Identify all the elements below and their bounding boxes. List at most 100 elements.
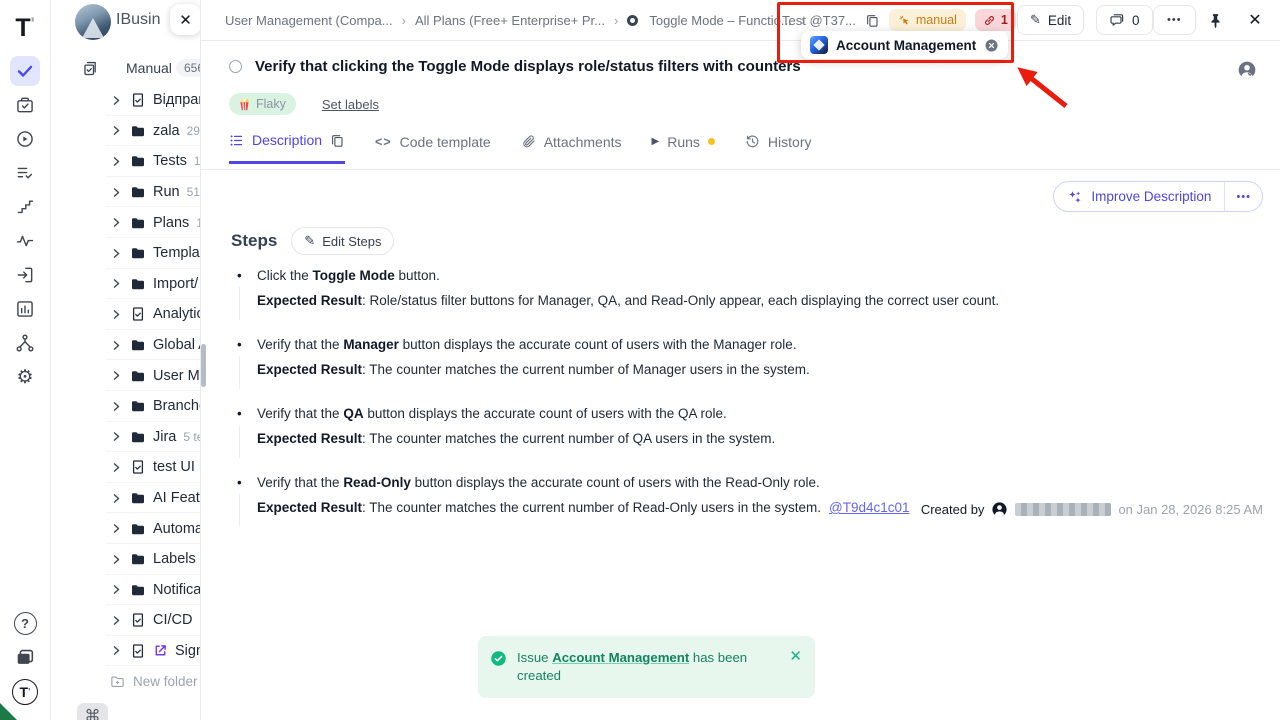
tab-history[interactable]: History bbox=[745, 132, 812, 164]
link-icon bbox=[983, 14, 996, 27]
toast-issue-link[interactable]: Account Management bbox=[552, 650, 689, 665]
nav-activity-icon[interactable] bbox=[12, 228, 38, 254]
chevron-right-icon bbox=[110, 553, 123, 566]
breadcrumb-project[interactable]: User Management (Compa... bbox=[225, 13, 393, 28]
tree-item[interactable]: Branche bbox=[50, 391, 200, 422]
folder-icon bbox=[130, 123, 146, 139]
icon-rail: T' ⚙ ? T' bbox=[0, 0, 51, 720]
folder-icon bbox=[130, 153, 146, 169]
tree-item[interactable]: Templat bbox=[50, 238, 200, 269]
nav-runs-icon[interactable] bbox=[12, 126, 38, 152]
tab-attachments[interactable]: Attachments bbox=[521, 132, 622, 164]
tab-code-template[interactable]: <> Code template bbox=[375, 132, 491, 164]
success-check-icon bbox=[490, 650, 507, 667]
manual-status-badge[interactable]: manual bbox=[889, 9, 966, 31]
pencil-icon: ✎ bbox=[1030, 12, 1041, 28]
tree-item[interactable]: Plans1 bbox=[50, 207, 200, 238]
tree-item[interactable]: zala29 bbox=[50, 116, 200, 147]
suite-icon bbox=[627, 15, 638, 26]
test-status-icon[interactable] bbox=[229, 60, 242, 73]
copy-icon[interactable] bbox=[330, 133, 345, 148]
help-icon[interactable]: ? bbox=[14, 612, 37, 635]
tree-item[interactable]: AI Featu bbox=[50, 483, 200, 514]
tab-description[interactable]: Description bbox=[229, 132, 345, 164]
nav-steps-icon[interactable] bbox=[12, 194, 38, 220]
toast-close-icon[interactable]: ✕ bbox=[789, 649, 802, 685]
file-check-icon bbox=[130, 643, 146, 659]
nav-tests-icon[interactable] bbox=[10, 56, 40, 86]
nav-import-icon[interactable] bbox=[12, 262, 38, 288]
comments-button[interactable]: 0 bbox=[1096, 5, 1153, 35]
file-check-icon bbox=[130, 306, 146, 322]
profile-logo-icon[interactable]: T' bbox=[12, 679, 38, 705]
improve-more-button[interactable]: ••• bbox=[1225, 191, 1262, 203]
topbar: User Management (Compa... › All Plans (F… bbox=[201, 0, 1280, 41]
paperclip-icon bbox=[521, 134, 536, 149]
folder-icon bbox=[130, 551, 146, 567]
nav-analytics-icon[interactable] bbox=[12, 296, 38, 322]
close-panel-icon[interactable]: ✕ bbox=[1243, 8, 1267, 32]
test-title: Verify that clicking the Toggle Mode dis… bbox=[255, 58, 801, 75]
test-detail-panel: User Management (Compa... › All Plans (F… bbox=[200, 0, 1280, 720]
flaky-badge[interactable]: Flaky bbox=[229, 93, 296, 115]
breadcrumb-plan[interactable]: All Plans (Free+ Enterprise+ Pr... bbox=[415, 13, 605, 28]
tree-item[interactable]: Tests1 bbox=[50, 146, 200, 177]
edit-steps-button[interactable]: ✎ Edit Steps bbox=[291, 227, 394, 255]
linked-issues-badge[interactable]: 1 bbox=[975, 9, 1016, 31]
remove-issue-icon[interactable] bbox=[984, 38, 999, 53]
copy-icon[interactable] bbox=[865, 13, 880, 28]
pin-icon[interactable] bbox=[1203, 8, 1227, 32]
more-actions-button[interactable]: ••• bbox=[1153, 5, 1196, 35]
chevron-right-icon bbox=[110, 94, 123, 107]
toast-message: Issue Account Management has been create… bbox=[517, 649, 763, 685]
created-by-row: Created by on Jan 28, 2026 8:25 AM bbox=[921, 501, 1263, 518]
folder-icon bbox=[130, 337, 146, 353]
improve-description-button[interactable]: Improve Description ••• bbox=[1053, 181, 1263, 212]
comment-icon bbox=[1109, 12, 1125, 28]
nav-suites-icon[interactable] bbox=[12, 92, 38, 118]
tree-item[interactable]: Labels & bbox=[50, 544, 200, 575]
assignee-avatar-icon[interactable] bbox=[1237, 60, 1257, 80]
play-icon: ▶ bbox=[652, 136, 660, 147]
tree-item[interactable]: Analytic bbox=[50, 299, 200, 330]
tree-item[interactable]: CI/CD bbox=[50, 605, 200, 636]
chevron-right-icon bbox=[110, 216, 123, 229]
tree-item[interactable]: User Ma bbox=[50, 360, 200, 391]
tree-item[interactable]: Automa bbox=[50, 513, 200, 544]
breadcrumb-test-ref[interactable]: Test @T37... bbox=[782, 13, 856, 28]
folder-icon bbox=[130, 245, 146, 261]
manual-section-row[interactable]: Manual 656 bbox=[50, 56, 200, 84]
tree-item[interactable]: Відправ bbox=[50, 85, 200, 116]
drawer-close-button[interactable]: ✕ bbox=[170, 4, 200, 35]
folder-plus-icon bbox=[110, 674, 125, 689]
tree-item[interactable]: test UI bbox=[50, 452, 200, 483]
set-labels-link[interactable]: Set labels bbox=[322, 97, 379, 112]
tree-item[interactable]: Run51 bbox=[50, 177, 200, 208]
projects-icon[interactable] bbox=[0, 646, 50, 668]
new-folder-button[interactable]: New folder bbox=[50, 666, 200, 696]
tab-runs[interactable]: ▶ Runs bbox=[652, 132, 715, 164]
tree-item[interactable]: Notifica bbox=[50, 575, 200, 606]
manual-count-badge: 656 bbox=[176, 59, 200, 77]
step-item: •Verify that the Manager button displays… bbox=[237, 335, 1227, 380]
tree-item[interactable]: Import/ bbox=[50, 269, 200, 300]
app-logo[interactable]: T' bbox=[0, 14, 50, 43]
nav-checklist-icon[interactable] bbox=[12, 160, 38, 186]
tree-items: Відправ zala29 Tests1 Run51 Plans1 Templ… bbox=[50, 85, 200, 696]
folder-tree-panel: IBusin ✕ Manual 656 Відправ zala29 Tests… bbox=[50, 0, 200, 720]
breadcrumb-suite[interactable]: Toggle Mode – Functio... bbox=[649, 13, 791, 28]
tree-item[interactable]: Jira5 te bbox=[50, 422, 200, 453]
history-clock-icon bbox=[745, 134, 760, 149]
linked-issue-title[interactable]: Account Management bbox=[836, 38, 976, 53]
tree-item[interactable]: Sign bbox=[50, 636, 200, 667]
test-ref-link[interactable]: @T9d4c1c01 bbox=[829, 500, 910, 515]
chevron-right-icon bbox=[110, 644, 123, 657]
folder-icon bbox=[130, 368, 146, 384]
tree-item[interactable]: Global A bbox=[50, 330, 200, 361]
chevron-right-icon bbox=[110, 369, 123, 382]
tree-scrollbar[interactable] bbox=[201, 344, 206, 387]
edit-button[interactable]: ✎ Edit bbox=[1017, 5, 1084, 35]
nav-settings-icon[interactable]: ⚙ bbox=[12, 364, 38, 390]
workspace-avatar[interactable] bbox=[75, 4, 111, 40]
nav-branch-icon[interactable] bbox=[12, 330, 38, 356]
